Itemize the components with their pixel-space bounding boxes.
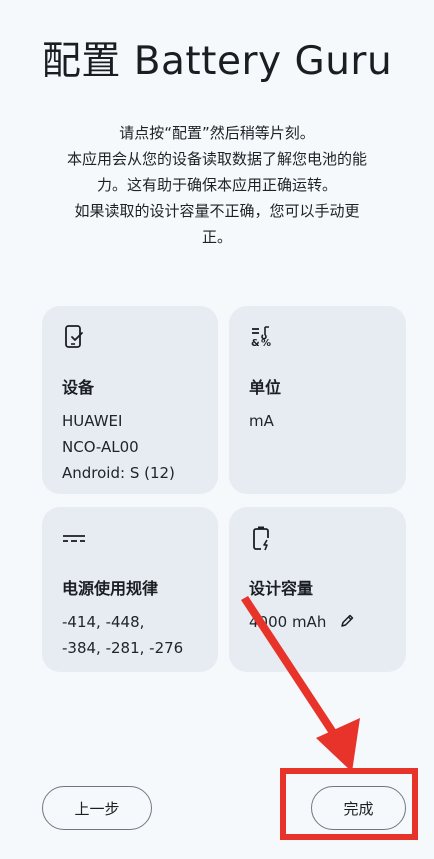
device-brand: HUAWEI <box>62 412 123 430</box>
unit-label: 单位 <box>249 378 282 397</box>
phone-check-icon <box>65 325 83 348</box>
units-icon: & % <box>251 326 271 349</box>
design-capacity-value: 4000 mAh <box>249 613 327 631</box>
intro-text: 请点按“配置”然后稍等片刻。 本应用会从您的设备读取数据了解您电池的能 力。这有… <box>40 120 394 250</box>
power-usage-values: -414, -448, -384, -281, -276 <box>62 609 198 661</box>
device-label: 设备 <box>62 378 95 397</box>
power-usage-line: -414, -448, <box>62 613 145 631</box>
previous-step-button[interactable]: 上一步 <box>42 786 152 830</box>
pencil-icon[interactable] <box>339 613 355 629</box>
svg-text:&: & <box>251 338 260 349</box>
power-usage-label: 电源使用规律 <box>62 579 159 598</box>
power-usage-card: 电源使用规律 -414, -448, -384, -281, -276 <box>42 507 218 672</box>
device-card: 设备 HUAWEI NCO-AL00 Android: S (12) <box>42 306 218 494</box>
done-button[interactable]: 完成 <box>311 786 406 830</box>
intro-line: 如果读取的设计容量不正确，您可以手动更 <box>74 202 360 220</box>
device-model: NCO-AL00 <box>62 438 139 456</box>
design-capacity-card[interactable]: 设计容量 4000 mAh <box>229 507 406 672</box>
dc-current-icon <box>63 535 85 542</box>
unit-card: & % 单位 mA <box>229 306 406 494</box>
intro-line: 正。 <box>201 228 232 246</box>
intro-line: 力。这有助于确保本应用正确运转。 <box>96 176 337 194</box>
page-title: 配置 Battery Guru <box>41 39 393 84</box>
design-capacity-row: 4000 mAh <box>249 609 386 635</box>
intro-line: 请点按“配置”然后稍等片刻。 <box>119 124 315 142</box>
device-info: HUAWEI NCO-AL00 Android: S (12) <box>62 408 198 486</box>
unit-value: mA <box>249 412 274 430</box>
design-capacity-label: 设计容量 <box>249 579 314 598</box>
device-android-version: Android: S (12) <box>62 464 175 482</box>
intro-line: 本应用会从您的设备读取数据了解您电池的能 <box>66 150 367 168</box>
power-usage-line: -384, -281, -276 <box>62 639 184 657</box>
svg-text:%: % <box>261 338 271 349</box>
battery-charging-icon <box>253 526 269 551</box>
